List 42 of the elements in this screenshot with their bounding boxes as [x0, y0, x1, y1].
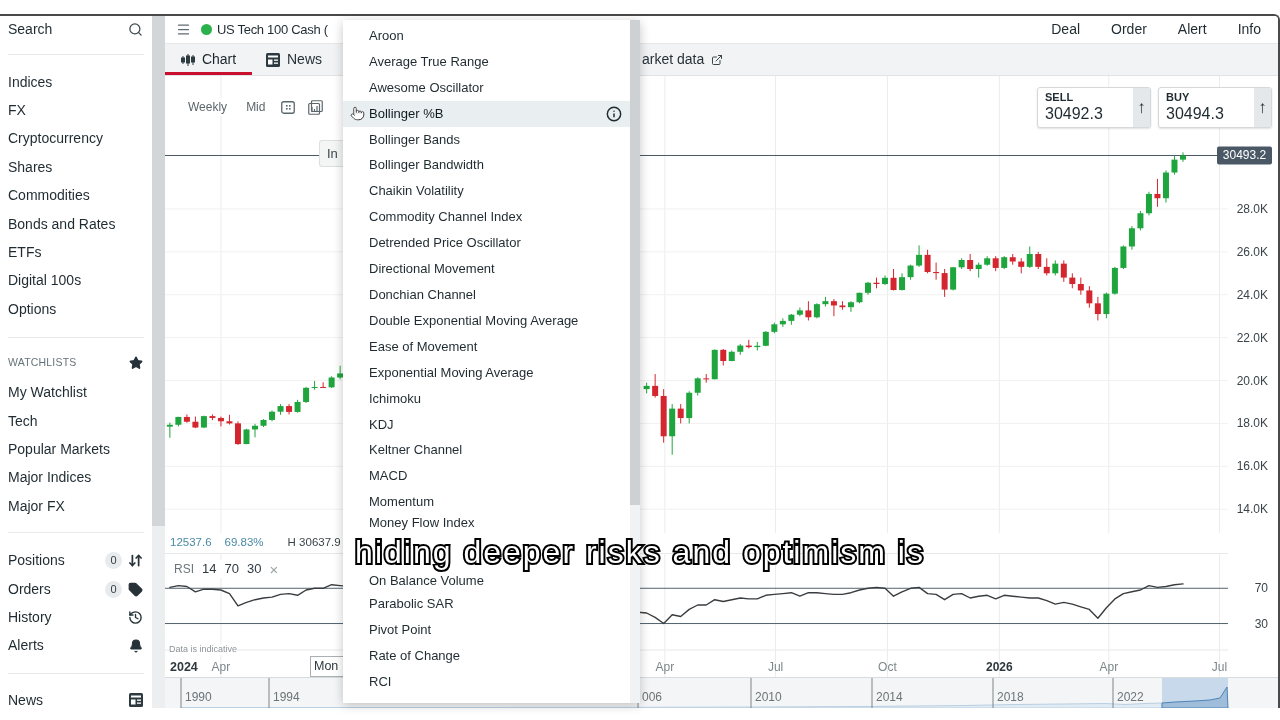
x-axis-label: 2024 [170, 660, 198, 674]
crosshair-date-label: Mon [310, 656, 343, 677]
indicator-parameter: 30 [246, 560, 262, 579]
x-axis-label: Apr [211, 660, 231, 674]
disclaimer-text: Data is indicative [169, 644, 238, 655]
indicator-name: RSI [174, 561, 194, 578]
count-badge: 0 [105, 580, 122, 598]
x-axis-label: 2026 [986, 660, 1013, 674]
price-stat: 12537.6 [170, 535, 212, 551]
navigator-year-label: 2010 [755, 690, 782, 704]
y-axis-label: 18.0K [1236, 416, 1268, 431]
section-heading: WATCHLISTS [8, 354, 77, 370]
y-axis-label: 22.0K [1236, 330, 1268, 345]
price-stat: H 30637.9 [287, 535, 341, 551]
x-axis-label: Oct [878, 660, 897, 674]
indicator-parameter: 14 [202, 560, 217, 579]
y-axis-label: 20.0K [1236, 373, 1268, 388]
y-axis-label: 14.0K [1236, 502, 1268, 517]
count-badge: 0 [105, 552, 122, 570]
x-axis-label: Jul [1211, 660, 1228, 674]
price-stat: 69.83% [224, 535, 264, 551]
ref-line-label: 30493.2 [1222, 148, 1267, 163]
y-axis-label: 28.0K [1236, 201, 1268, 216]
indicator-parameter: 70 [224, 560, 239, 579]
navigator-year-label: 006 [642, 690, 663, 704]
navigator-year-label: 2022 [1117, 690, 1144, 704]
x-axis-label: Apr [1099, 660, 1119, 674]
x-axis-label: Apr [655, 660, 675, 674]
navigator-year-label: 2014 [876, 690, 903, 704]
navigator-year-label: 1990 [185, 690, 212, 704]
x-axis-label: Jul [767, 660, 784, 674]
y-axis-label: 24.0K [1236, 287, 1268, 302]
y-axis-label: 70 [1254, 581, 1268, 596]
tooltip: In [319, 140, 343, 167]
current-price-label: 30493.2 [1217, 146, 1272, 165]
navigator-year-label: 1994 [273, 690, 300, 704]
navigator-year-label: 2018 [997, 690, 1024, 704]
y-axis-label: 26.0K [1236, 244, 1268, 259]
instrument-title: US Tech 100 Cash ( [217, 20, 328, 39]
y-axis-label: 30 [1254, 616, 1268, 631]
y-axis-label: 16.0K [1236, 459, 1268, 474]
video-caption: hiding deeper risks and optimism is [355, 532, 925, 572]
